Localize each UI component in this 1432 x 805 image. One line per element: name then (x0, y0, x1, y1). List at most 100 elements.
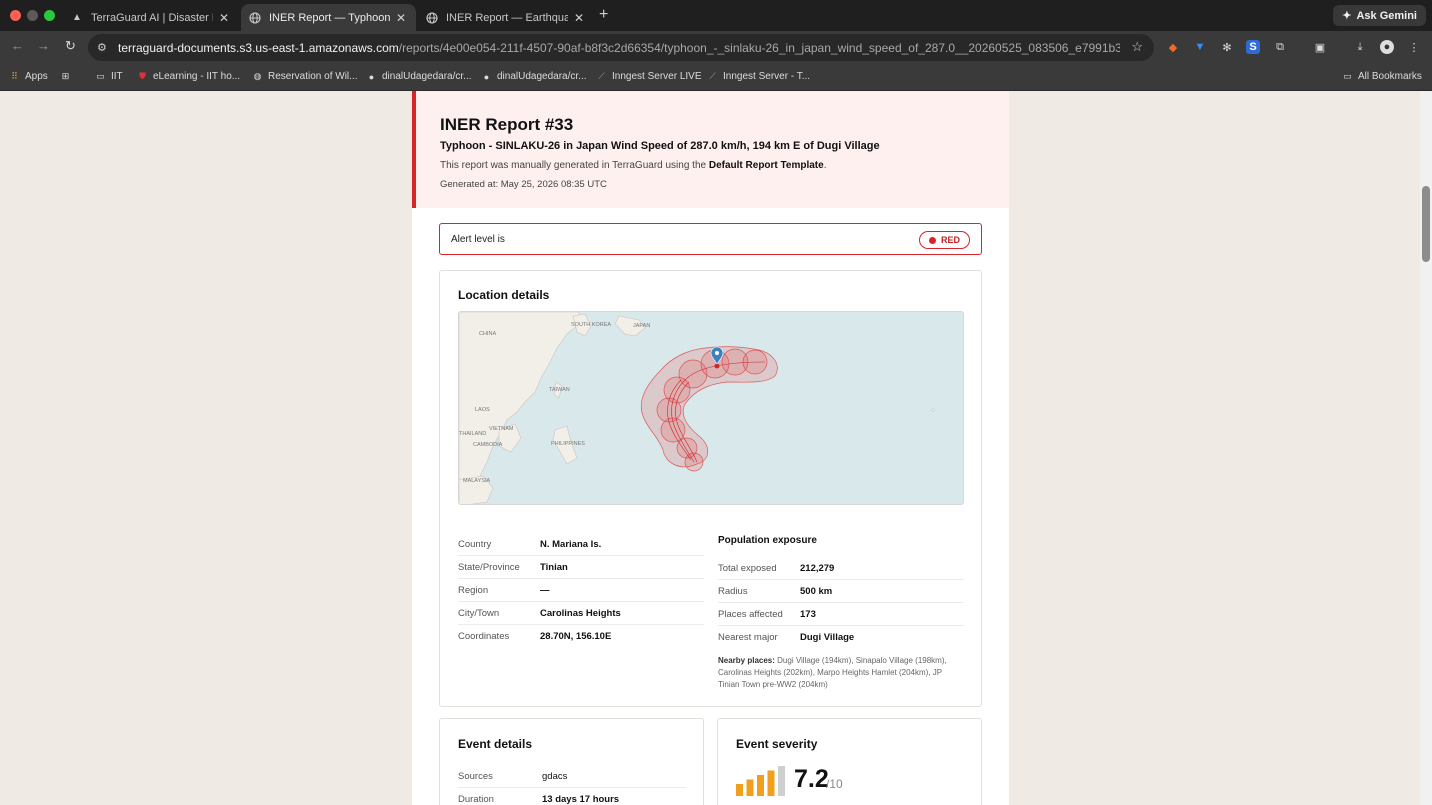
bookmark-tab-groups[interactable]: ⊞ (60, 71, 71, 82)
extension-s-icon[interactable]: S (1246, 40, 1260, 54)
event-row-duration: Duration 13 days 17 hours (458, 788, 686, 805)
folder-icon: ▭ (1343, 71, 1352, 81)
map-label-taiwan: TAIWAN (549, 387, 570, 393)
report-title: INER Report #33 (440, 115, 574, 134)
map-label-japan: JAPAN (633, 323, 650, 329)
close-tab-icon[interactable]: ✕ (574, 11, 584, 25)
tab-groups-icon: ⊞ (61, 71, 70, 81)
map-label-china: CHINA (479, 331, 496, 337)
extension-react-icon[interactable]: ✻ (1220, 40, 1234, 54)
github-icon: ● (483, 71, 490, 82)
alert-level-badge: RED (918, 231, 970, 249)
fullscreen-window-button[interactable] (44, 10, 55, 21)
alert-level-label: Alert level is (451, 234, 505, 245)
location-row-coordinates: Coordinates 28.70N, 156.10E (458, 631, 612, 642)
minimize-window-button[interactable] (27, 10, 38, 21)
map-label-vietnam: VIETNAM (489, 426, 514, 432)
event-details-heading: Event details (458, 737, 533, 751)
event-row-sources: Sources gdacs (458, 765, 686, 788)
map-label-cambodia: CAMBODIA (473, 442, 503, 448)
close-tab-icon[interactable]: ✕ (219, 11, 229, 25)
github-icon: ● (368, 71, 375, 82)
forward-arrow-icon[interactable]: → (37, 38, 50, 53)
severity-bar-1 (736, 784, 743, 796)
severity-bar-3 (757, 775, 764, 796)
severity-bar-2 (746, 779, 754, 796)
reading-mode-icon[interactable]: ▣ (1313, 40, 1327, 54)
severity-max: /10 (826, 777, 843, 791)
gemini-sparkle-icon: ✦ (1342, 10, 1352, 22)
event-severity-heading: Event severity (736, 737, 818, 751)
bookmark-elearning[interactable]: ⛊ eLearning - IIT ho... (137, 71, 240, 82)
map-label-south-korea: SOUTH KOREA (571, 322, 611, 328)
address-bar[interactable]: ⚙ terraguard-documents.s3.us-east-1.amaz… (88, 34, 1154, 61)
close-window-button[interactable] (10, 10, 21, 21)
bookmark-github-2[interactable]: ● dinalUdagedara/cr... (481, 71, 587, 82)
inngest-icon: ⟋ (709, 71, 716, 81)
location-row-region: Region — (458, 579, 704, 602)
alert-dot-icon (928, 236, 936, 244)
location-row-state: State/Province Tinian (458, 556, 704, 579)
location-row-country: Country N. Mariana Is. (458, 533, 704, 556)
inngest-icon: ⟋ (598, 71, 605, 81)
alert-level-box: Alert level is RED (439, 223, 982, 255)
event-severity-card: Event severity 7.2 /10 (717, 718, 982, 805)
event-details-card: Event details Sources gdacs Duration 13 … (439, 718, 704, 805)
map-label-malaysia: MALAYSIA (463, 478, 490, 484)
typhoon-track-map[interactable]: CHINA SOUTH KOREA JAPAN TAIWAN LAOS VIET… (458, 311, 964, 505)
location-details-heading: Location details (458, 288, 550, 302)
generated-at: Generated at: May 25, 2026 08:35 UTC (440, 179, 607, 190)
shield-icon: ⛊ (139, 71, 146, 81)
page-viewport: INER Report #33 Typhoon - SINLAKU-26 in … (0, 91, 1420, 805)
tab-terraguard[interactable]: ▲ TerraGuard AI | Disaster Risk I ✕ (63, 4, 239, 31)
ask-gemini-button[interactable]: ✦ Ask Gemini (1333, 5, 1426, 26)
population-row-places: Places affected 173 (718, 603, 964, 626)
location-details-card: Location details CHINA SOUTH KOREA JAPAN (439, 270, 982, 707)
bookmark-inngest-live[interactable]: ⟋ Inngest Server LIVE (596, 71, 701, 82)
location-row-city: City/Town Carolinas Heights (458, 602, 704, 625)
population-exposure-heading: Population exposure (718, 535, 817, 546)
severity-bar-5 (778, 766, 785, 796)
new-tab-button[interactable]: + (599, 6, 608, 24)
tab-iner-report-typhoon[interactable]: INER Report — Typhoon - SIN ✕ (241, 4, 416, 31)
url-text[interactable]: terraguard-documents.s3.us-east-1.amazon… (118, 41, 1120, 55)
severity-score: 7.2 (794, 765, 829, 793)
site-settings-icon[interactable]: ⚙ (97, 41, 111, 54)
report-subtitle: Typhoon - SINLAKU-26 in Japan Wind Speed… (440, 140, 880, 152)
globe-icon: ◍ (253, 71, 262, 81)
page-scrollbar[interactable] (1420, 91, 1432, 805)
population-row-nearest: Nearest major Dugi Village (718, 632, 855, 643)
population-row-radius: Radius 500 km (718, 580, 964, 603)
bookmark-inngest-test[interactable]: ⟋ Inngest Server - T... (707, 71, 810, 82)
extension-fox-icon[interactable]: ◆ (1166, 40, 1180, 54)
apps-grid-icon: ⠿ (11, 71, 18, 81)
bookmark-star-icon[interactable]: ☆ (1131, 39, 1143, 55)
download-icon[interactable]: ⤓ (1353, 40, 1367, 54)
population-row-total: Total exposed 212,279 (718, 557, 964, 580)
all-bookmarks[interactable]: ▭ All Bookmarks (1342, 71, 1422, 82)
bookmark-apps[interactable]: ⠿ Apps (9, 71, 48, 82)
tab-iner-report-earthquake[interactable]: INER Report — Earthquake in ✕ (418, 4, 594, 31)
report-header: INER Report #33 Typhoon - SINLAKU-26 in … (412, 91, 1009, 208)
bookmark-folder-iit[interactable]: ▭ IIT (95, 71, 122, 82)
scrollbar-thumb[interactable] (1422, 186, 1430, 262)
bookmark-github-1[interactable]: ● dinalUdagedara/cr... (366, 71, 472, 82)
extension-wifi-icon[interactable]: ▼ (1193, 40, 1207, 54)
globe-icon (249, 11, 261, 24)
back-arrow-icon[interactable]: ← (11, 38, 24, 53)
nearby-places: Nearby places: Dugi Village (194km), Sin… (718, 656, 947, 689)
chrome-menu-icon[interactable]: ⋮ (1407, 40, 1421, 54)
report-generation-note: This report was manually generated in Te… (440, 160, 827, 171)
tab-strip: ▲ TerraGuard AI | Disaster Risk I ✕ INER… (0, 0, 1432, 31)
folder-icon: ▭ (96, 71, 105, 81)
reload-icon[interactable]: ↻ (65, 38, 76, 54)
map-label-philippines: PHILIPPINES (551, 441, 585, 447)
severity-bar-4 (767, 770, 775, 796)
extensions-puzzle-icon[interactable]: ⧉ (1273, 40, 1287, 54)
terraguard-triangle-icon: ▲ (72, 12, 82, 23)
bookmark-reservation[interactable]: ◍ Reservation of Wil... (252, 71, 358, 82)
map-label-laos: LAOS (475, 407, 490, 413)
bookmarks-bar: ⠿ Apps ⊞ ▭ IIT ⛊ eLearning - IIT ho... ◍… (0, 64, 1432, 91)
close-tab-icon[interactable]: ✕ (396, 11, 406, 25)
profile-avatar[interactable]: ● (1380, 40, 1394, 54)
